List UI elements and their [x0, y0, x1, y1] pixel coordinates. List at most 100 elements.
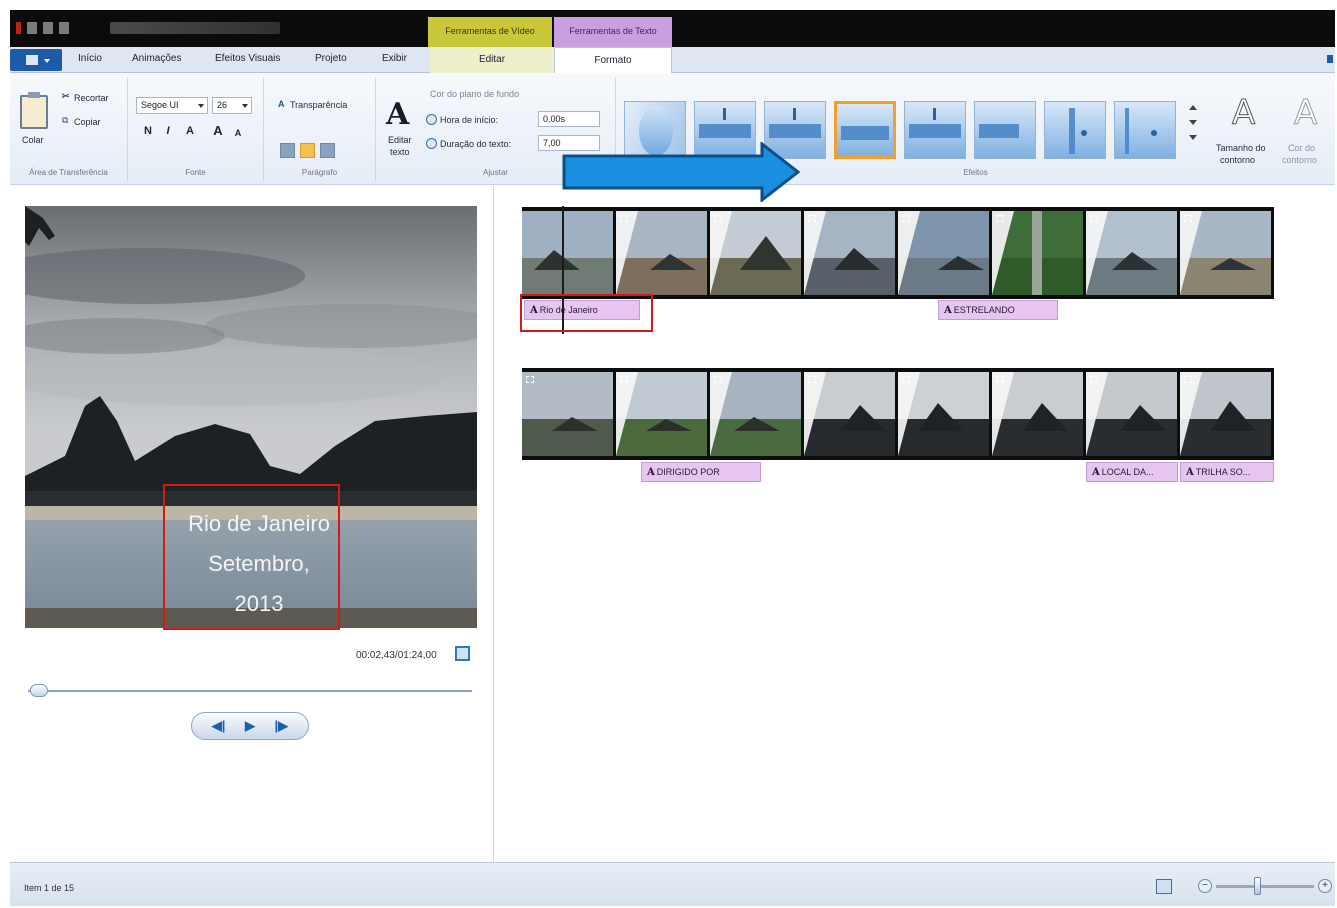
zoom-slider-handle[interactable] [1254, 877, 1261, 895]
video-clip[interactable] [804, 211, 896, 295]
undo-icon[interactable] [43, 22, 53, 34]
duration-icon [426, 138, 437, 149]
tab-inicio[interactable]: Início [78, 53, 102, 64]
outline-color-label-2[interactable]: contorno [1282, 155, 1317, 165]
outline-color-label-1[interactable]: Cor do [1288, 143, 1315, 153]
video-clip[interactable] [710, 211, 802, 295]
video-clip[interactable] [522, 211, 614, 295]
shrink-font-button[interactable]: A [230, 125, 246, 141]
playhead[interactable] [562, 206, 564, 334]
chevron-down-icon [242, 104, 248, 108]
scissors-icon: ✂ [62, 91, 70, 101]
zoom-slider[interactable] [1216, 885, 1314, 888]
playback-controls: ◀| ▶ |▶ [191, 712, 309, 740]
redo-icon[interactable] [59, 22, 69, 34]
chevron-up-icon [1189, 105, 1197, 110]
outline-size-label-1[interactable]: Tamanho do [1216, 143, 1266, 153]
app-icon [16, 22, 21, 34]
tab-projeto[interactable]: Projeto [315, 53, 347, 64]
play-icon[interactable]: ▶ [245, 718, 255, 734]
outline-size-label-2[interactable]: contorno [1220, 155, 1255, 165]
effect-thumbnail[interactable] [974, 101, 1036, 159]
outline-size-icon[interactable]: A [1231, 93, 1255, 134]
chevron-down-icon [198, 104, 204, 108]
gallery-scroll[interactable] [1188, 99, 1198, 165]
video-clip[interactable] [898, 211, 990, 295]
outline-color-icon[interactable]: A [1293, 93, 1317, 134]
background-color-button[interactable]: Cor do plano de fundo [430, 89, 519, 99]
seek-handle[interactable] [30, 684, 48, 697]
align-left-button[interactable] [280, 143, 295, 158]
next-frame-icon[interactable]: |▶ [275, 718, 289, 734]
video-clip[interactable] [992, 372, 1084, 456]
caption-clip[interactable]: A TRILHA SO... [1180, 462, 1274, 482]
caption-clip[interactable]: A ESTRELANDO [938, 300, 1058, 320]
tab-formato[interactable]: Formato [554, 47, 672, 74]
zoom-out-button[interactable]: − [1198, 879, 1212, 893]
effect-thumbnail-selected[interactable] [834, 101, 896, 159]
video-clip[interactable] [1180, 211, 1272, 295]
copy-button[interactable]: Copiar [74, 117, 101, 127]
start-time-label: Hora de início: [440, 115, 499, 125]
video-clip[interactable] [1086, 372, 1178, 456]
bold-button[interactable]: N [140, 123, 156, 139]
effect-thumbnail[interactable] [1114, 101, 1176, 159]
video-clip[interactable] [1086, 211, 1178, 295]
video-clip[interactable] [804, 372, 896, 456]
font-size-select[interactable]: 26 [212, 97, 252, 114]
caption-clip[interactable]: A DIRIGIDO POR [641, 462, 761, 482]
caption-clip[interactable]: A Rio de Janeiro [524, 300, 640, 320]
font-color-button[interactable]: A [182, 123, 198, 139]
paste-icon[interactable] [20, 92, 48, 129]
transparency-button[interactable]: Transparência [290, 100, 347, 110]
pane-divider[interactable] [493, 186, 494, 862]
group-paragraph: A Transparência Parágrafo [264, 77, 376, 181]
effect-thumbnail[interactable] [1044, 101, 1106, 159]
edit-text-label-1[interactable]: Editar [388, 135, 412, 145]
help-icon[interactable] [1327, 55, 1333, 63]
video-clip[interactable] [616, 211, 708, 295]
caption-label: LOCAL DA... [1101, 467, 1154, 477]
effect-thumbnail[interactable] [904, 101, 966, 159]
context-tab-video-tools: Ferramentas de Vídeo [428, 17, 552, 47]
font-size-value: 26 [217, 100, 228, 110]
file-menu-button[interactable] [10, 49, 62, 71]
video-clip[interactable] [992, 211, 1084, 295]
edit-text-icon[interactable]: A [386, 97, 409, 132]
video-clip[interactable] [522, 372, 614, 456]
italic-button[interactable]: I [160, 123, 176, 139]
caption-clip[interactable]: A LOCAL DA... [1086, 462, 1178, 482]
video-clip[interactable] [710, 372, 802, 456]
tab-exibir[interactable]: Exibir [382, 53, 407, 64]
video-clip[interactable] [616, 372, 708, 456]
group-label-clipboard: Área de Transferência [29, 168, 108, 177]
window-title [110, 22, 280, 34]
tab-editar[interactable]: Editar [430, 47, 554, 73]
seek-bar[interactable] [28, 690, 472, 692]
tab-animacoes[interactable]: Animações [132, 53, 181, 64]
align-center-button[interactable] [300, 143, 315, 158]
timecode: 00:02,43/01:24,00 [356, 650, 437, 661]
storyboard-view-icon[interactable] [1156, 879, 1172, 894]
save-icon[interactable] [27, 22, 37, 34]
edit-text-label-2[interactable]: texto [390, 147, 410, 157]
fullscreen-icon[interactable] [455, 646, 470, 661]
previous-frame-icon[interactable]: ◀| [212, 718, 226, 734]
align-right-button[interactable] [320, 143, 335, 158]
caption-label: Rio de Janeiro [539, 305, 598, 315]
copy-icon: ⧉ [62, 115, 69, 125]
zoom-in-button[interactable]: + [1318, 879, 1332, 893]
paste-button[interactable]: Colar [22, 135, 44, 145]
group-clipboard: Colar ✂ Recortar ⧉ Copiar Área de Transf… [10, 77, 128, 181]
start-time-input[interactable]: 0,00s [538, 111, 600, 127]
font-family-select[interactable]: Segoe UI [136, 97, 208, 114]
grow-font-button[interactable]: A [210, 123, 226, 139]
chevron-down-icon [44, 59, 50, 63]
cut-button[interactable]: Recortar [74, 93, 109, 103]
video-clip[interactable] [1180, 372, 1272, 456]
video-clip[interactable] [898, 372, 990, 456]
clock-icon [426, 114, 437, 125]
tab-efeitos-visuais[interactable]: Efeitos Visuais [215, 53, 280, 64]
title-bar: Ferramentas de Vídeo Ferramentas de Text… [10, 10, 1335, 47]
annotation-arrow [562, 142, 801, 202]
